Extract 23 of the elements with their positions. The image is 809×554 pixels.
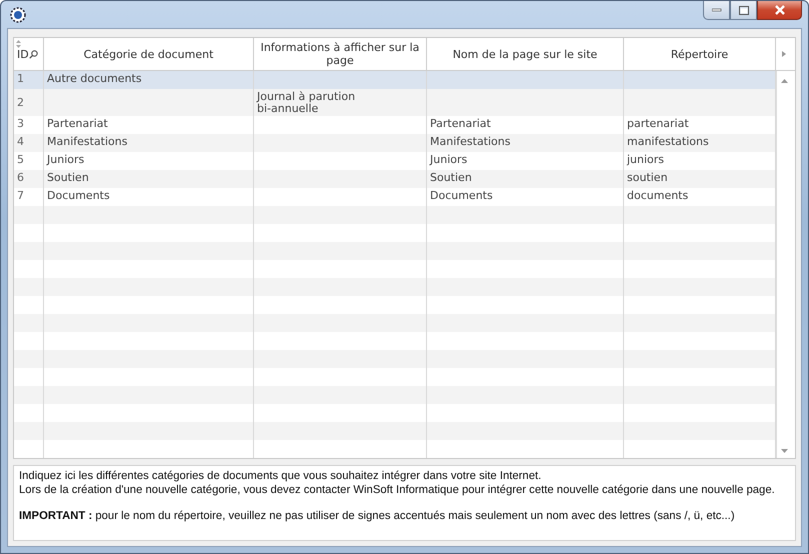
maximize-button[interactable] <box>730 1 757 20</box>
note-text: IMPORTANT : pour le nom du répertoire, veuillez ne pas utiliser de signes accentués mais seulement un nom avec des lettres (sans /, ü, etc...) <box>19 510 736 522</box>
column-header[interactable]: Nom de la page sur le site <box>427 38 624 70</box>
column-header[interactable]: Répertoire <box>624 38 776 70</box>
maximize-icon <box>738 6 748 14</box>
minimize-button[interactable] <box>703 1 730 20</box>
sort-icon[interactable] <box>16 40 21 48</box>
column-header[interactable]: Catégorie de document <box>44 38 254 70</box>
close-button[interactable] <box>757 1 802 20</box>
minimize-icon <box>712 8 722 12</box>
table-row[interactable]: 6 Soutien Soutien soutien <box>14 170 776 188</box>
app-icon <box>10 7 26 23</box>
column-header[interactable]: ID <box>17 48 29 60</box>
column-header[interactable]: Informations à afficher sur la page <box>254 38 427 70</box>
table-row[interactable]: 1 Autre documents <box>14 71 776 89</box>
scroll-right-icon[interactable] <box>782 51 786 57</box>
note-text: Indiquez ici les différentes catégories de documents que vous souhaitez intégrer dans votre site Internet. <box>19 470 542 482</box>
scroll-up-icon[interactable] <box>781 79 788 83</box>
close-icon <box>774 5 786 15</box>
search-icon[interactable] <box>28 50 38 58</box>
note-text: Lors de la création d'une nouvelle catégorie, vous devez contacter WinSoft Informatique pour intégrer cette nouvelle catégorie dans une nouvelle page. <box>19 484 776 496</box>
scroll-down-icon[interactable] <box>781 449 788 453</box>
table-row[interactable]: 4 Manifestations Manifestations manifestations <box>14 134 776 152</box>
